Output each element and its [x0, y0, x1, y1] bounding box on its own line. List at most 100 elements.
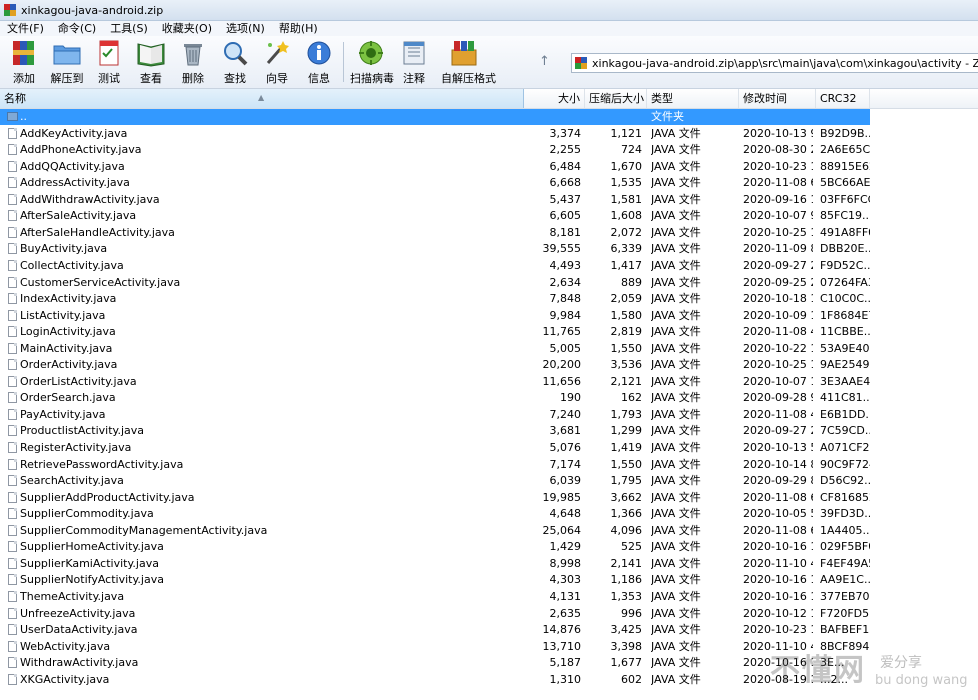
menu-file[interactable]: 文件(F): [0, 21, 51, 36]
file-size: 4,648: [549, 507, 582, 521]
file-name: AddressActivity.java: [20, 176, 130, 190]
file-row[interactable]: UserDataActivity.java 14,876 3,425 JAVA 文件 2…: [0, 622, 870, 638]
extract-to-button[interactable]: 解压到: [46, 39, 88, 85]
file-packed-size: 2,072: [610, 225, 643, 239]
view-button[interactable]: 查看: [130, 39, 172, 85]
file-type: JAVA 文件: [651, 656, 701, 670]
file-row[interactable]: ThemeActivity.java 4,131 1,353 JAVA 文件 2020-…: [0, 589, 870, 605]
file-row[interactable]: UnfreezeActivity.java 2,635 996 JAVA 文件 2020…: [0, 606, 870, 622]
file-modified: 2020-11-08 6...: [743, 176, 813, 190]
menu-help[interactable]: 帮助(H): [272, 21, 325, 36]
file-row[interactable]: IndexActivity.java 7,848 2,059 JAVA 文件 2020-…: [0, 291, 870, 307]
column-size-header[interactable]: 大小: [524, 89, 585, 108]
menu-bar: 文件(F) 命令(C) 工具(S) 收藏夹(O) 选项(N) 帮助(H): [0, 21, 978, 36]
file-row[interactable]: SearchActivity.java 6,039 1,795 JAVA 文件 2020…: [0, 473, 870, 489]
menu-tools[interactable]: 工具(S): [103, 21, 155, 36]
file-crc: F9D52C...: [820, 258, 870, 272]
file-modified: 2020-11-08 4...: [743, 407, 813, 421]
file-row[interactable]: AddPhoneActivity.java 2,255 724 JAVA 文件 2020…: [0, 142, 870, 158]
file-row[interactable]: PayActivity.java 7,240 1,793 JAVA 文件 2020-11…: [0, 407, 870, 423]
wizard-button[interactable]: 向导: [256, 39, 298, 85]
virus-scan-icon: [356, 39, 386, 67]
sfx-box-icon: [449, 39, 479, 67]
file-packed-size: 525: [621, 540, 642, 554]
file-row[interactable]: WithdrawActivity.java 5,187 1,677 JAVA 文件 20…: [0, 655, 870, 671]
column-packed-header[interactable]: 压缩后大小: [585, 89, 647, 108]
file-row[interactable]: SupplierKamiActivity.java 8,998 2,141 JAVA …: [0, 556, 870, 572]
file-row[interactable]: ProductlistActivity.java 3,681 1,299 JAVA 文…: [0, 423, 870, 439]
file-crc: 491A8FF0: [820, 225, 870, 239]
up-one-level-icon[interactable]: ↑: [539, 54, 550, 69]
file-size: 3,681: [549, 424, 582, 438]
comment-button[interactable]: 注释: [393, 39, 435, 85]
file-modified: 2020-10-05 5...: [743, 507, 813, 521]
file-row[interactable]: SupplierCommodityManagementActivity.java…: [0, 523, 870, 539]
title-bar: xinkagou-java-android.zip: [0, 0, 978, 21]
file-modified: 2020-10-07 9...: [743, 209, 813, 223]
file-row[interactable]: LoginActivity.java 11,765 2,819 JAVA 文件 2020…: [0, 324, 870, 340]
file-row[interactable]: SupplierNotifyActivity.java 4,303 1,186 JAV…: [0, 572, 870, 588]
scan-virus-button[interactable]: 扫描病毒: [350, 39, 394, 85]
column-crc-header[interactable]: CRC32: [816, 89, 870, 108]
file-name: UserDataActivity.java: [20, 623, 138, 637]
file-row[interactable]: OrderSearch.java 190 162 JAVA 文件 2020-09-28 …: [0, 390, 870, 406]
file-crc: 03FF6FCC: [820, 192, 870, 206]
file-name: SupplierCommodity.java: [20, 507, 154, 521]
file-row[interactable]: SupplierHomeActivity.java 1,429 525 JAVA 文件…: [0, 539, 870, 555]
java-file-icon: [8, 508, 17, 520]
file-packed-size: 3,662: [610, 490, 643, 504]
file-row[interactable]: ListActivity.java 9,984 1,580 JAVA 文件 2020-1…: [0, 308, 870, 324]
menu-commands[interactable]: 命令(C): [51, 21, 103, 36]
file-crc: 07264FA3: [820, 275, 870, 289]
wizard-wand-icon: [262, 39, 292, 67]
file-row[interactable]: CustomerServiceActivity.java 2,634 889 JAVA…: [0, 275, 870, 291]
file-modified: 2020-10-12 1...: [743, 606, 813, 620]
address-bar[interactable]: xinkagou-java-android.zip\app\src\main\j…: [571, 53, 978, 73]
file-row[interactable]: RegisterActivity.java 5,076 1,419 JAVA 文件 20…: [0, 440, 870, 456]
java-file-icon: [8, 127, 17, 139]
file-type: JAVA 文件: [651, 292, 701, 306]
delete-button[interactable]: 删除: [172, 39, 214, 85]
file-row[interactable]: AddQQActivity.java 6,484 1,670 JAVA 文件 2020-…: [0, 159, 870, 175]
column-name-header[interactable]: 名称 ▲: [0, 89, 524, 108]
parent-folder-row[interactable]: .. 文件夹: [0, 109, 870, 125]
file-row[interactable]: AddressActivity.java 6,668 1,535 JAVA 文件 202…: [0, 175, 870, 191]
file-row[interactable]: OrderActivity.java 20,200 3,536 JAVA 文件 2020…: [0, 357, 870, 373]
file-row[interactable]: XKGActivity.java 1,310 602 JAVA 文件 2020-08-1…: [0, 672, 870, 688]
file-crc: 7C59CD...: [820, 424, 870, 438]
file-row[interactable]: AddWithdrawActivity.java 5,437 1,581 JAVA 文…: [0, 192, 870, 208]
file-crc: 11CBBE...: [820, 325, 870, 339]
file-size: 6,668: [549, 176, 582, 190]
file-name: AfterSaleActivity.java: [20, 209, 137, 223]
file-type: JAVA 文件: [651, 490, 701, 504]
file-row[interactable]: WebActivity.java 13,710 3,398 JAVA 文件 2020-1…: [0, 639, 870, 655]
file-size: 25,064: [542, 523, 582, 537]
find-button[interactable]: 查找: [214, 39, 256, 85]
file-modified: 2020-11-08 6...: [743, 523, 813, 537]
file-type: JAVA 文件: [651, 242, 701, 256]
file-row[interactable]: SupplierCommodity.java 4,648 1,366 JAVA 文件 2…: [0, 506, 870, 522]
file-row[interactable]: CollectActivity.java 4,493 1,417 JAVA 文件 202…: [0, 258, 870, 274]
java-file-icon: [8, 673, 17, 685]
test-button[interactable]: 测试: [88, 39, 130, 85]
file-type: JAVA 文件: [651, 457, 701, 471]
file-name: SupplierHomeActivity.java: [20, 540, 164, 554]
file-row[interactable]: RetrievePasswordActivity.java 7,174 1,550 J…: [0, 457, 870, 473]
file-row[interactable]: AfterSaleHandleActivity.java 8,181 2,072 JA…: [0, 225, 870, 241]
file-row[interactable]: AfterSaleActivity.java 6,605 1,608 JAVA 文件 2…: [0, 208, 870, 224]
watermark-mark: 不懂网: [770, 653, 866, 688]
file-row[interactable]: BuyActivity.java 39,555 6,339 JAVA 文件 2020-1…: [0, 241, 870, 257]
java-file-icon: [8, 144, 17, 156]
column-type-header[interactable]: 类型: [647, 89, 739, 108]
java-file-icon: [8, 442, 17, 453]
info-button[interactable]: 信息: [298, 39, 340, 85]
file-row[interactable]: MainActivity.java 5,005 1,550 JAVA 文件 2020-1…: [0, 341, 870, 357]
file-row[interactable]: OrderListActivity.java 11,656 2,121 JAVA 文件…: [0, 374, 870, 390]
file-row[interactable]: AddKeyActivity.java 3,374 1,121 JAVA 文件 2020…: [0, 126, 870, 142]
file-row[interactable]: SupplierAddProductActivity.java 19,985 3,6…: [0, 490, 870, 506]
column-modified-header[interactable]: 修改时间: [739, 89, 816, 108]
add-button[interactable]: 添加: [3, 39, 45, 85]
sfx-button[interactable]: 自解压格式: [441, 39, 496, 85]
menu-options[interactable]: 选项(N): [219, 21, 272, 36]
menu-favorites[interactable]: 收藏夹(O): [155, 21, 219, 36]
